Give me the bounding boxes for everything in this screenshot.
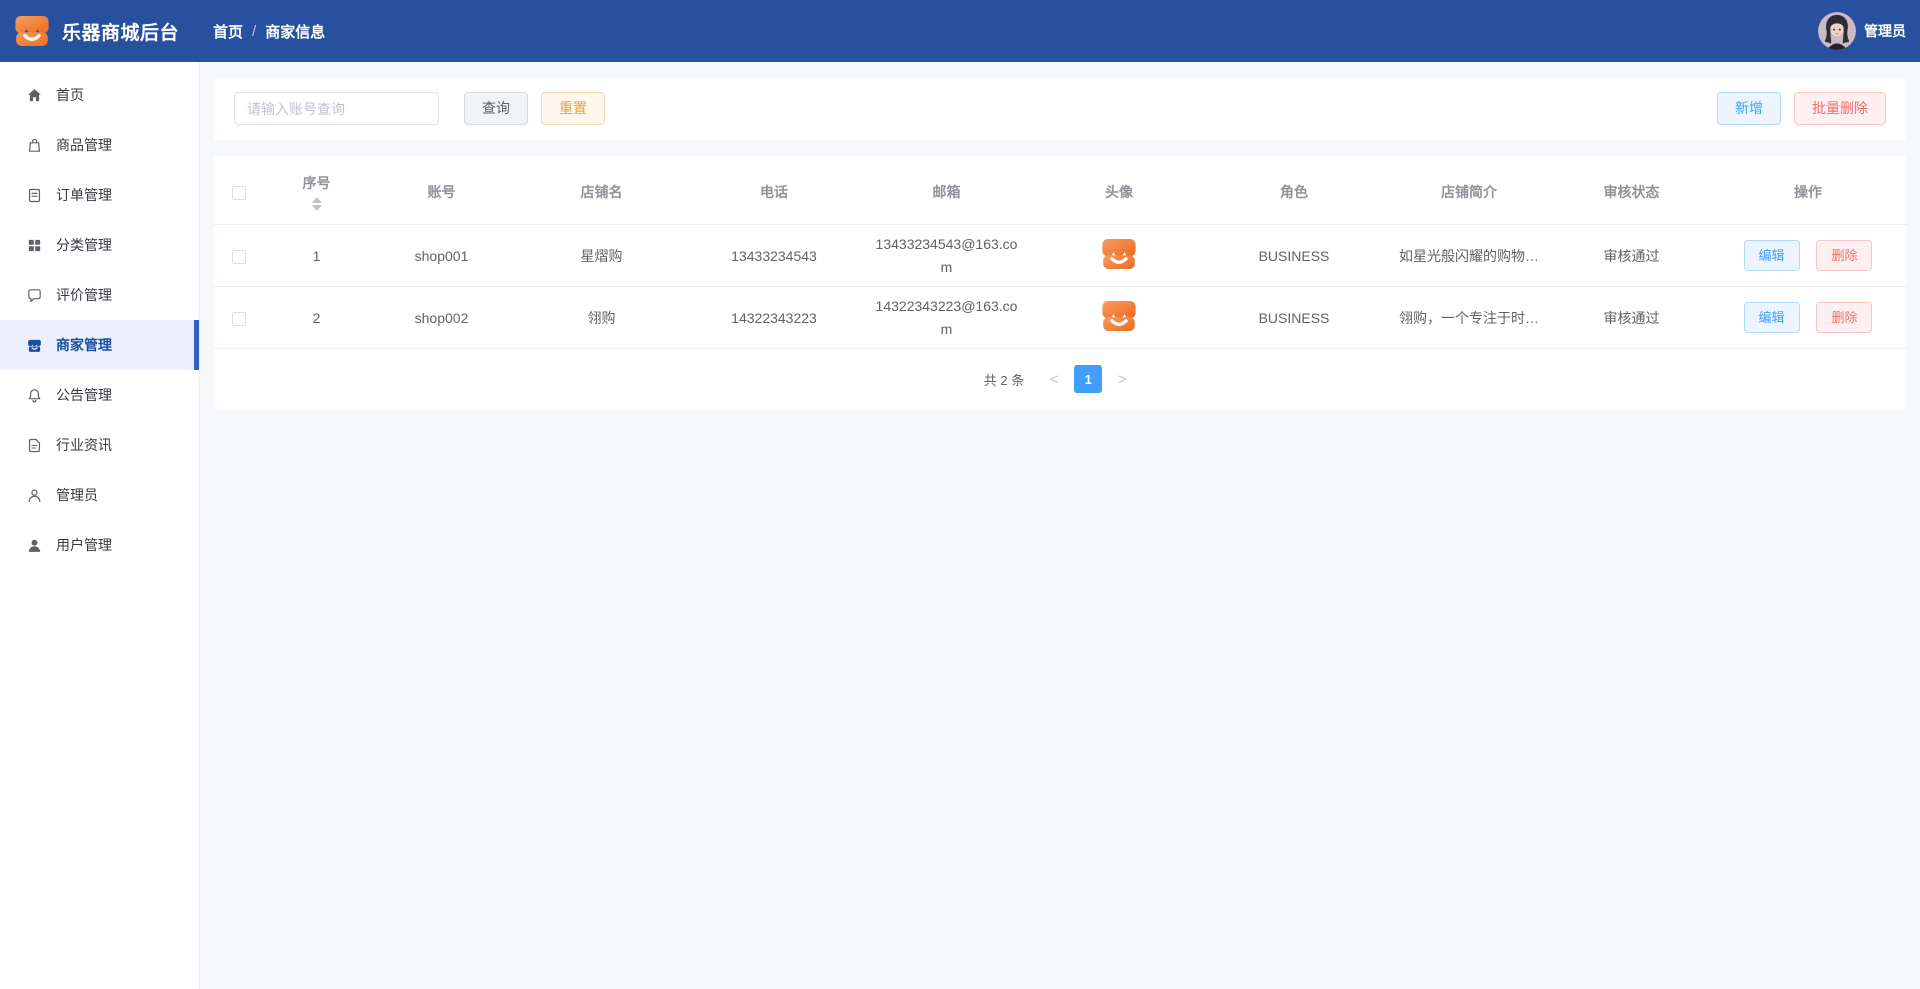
merchant-table: 序号 账号 店铺名 电话 邮箱 头像 角色 店铺简介	[214, 160, 1907, 349]
app-logo-storefront-icon	[13, 12, 51, 50]
sort-asc-icon[interactable]	[312, 197, 322, 203]
edit-button[interactable]: 编辑	[1744, 240, 1800, 271]
sidebar-item-home[interactable]: 首页	[0, 70, 199, 120]
shop-avatar-storefront-icon	[1100, 235, 1138, 273]
sidebar-item-merchants[interactable]: 商家管理	[0, 320, 199, 370]
table-header-row: 序号 账号 店铺名 电话 邮箱 头像 角色 店铺简介	[214, 160, 1907, 225]
sidebar-item-label: 评价管理	[56, 285, 112, 305]
sort-desc-icon[interactable]	[312, 205, 322, 211]
shop-avatar-storefront-icon	[1100, 297, 1138, 335]
sidebar-item-label: 分类管理	[56, 235, 112, 255]
reset-button[interactable]: 重置	[541, 92, 605, 125]
toolbar-card: 查询 重置 新增 批量删除	[214, 77, 1906, 140]
grid-icon	[26, 237, 43, 254]
cell-audit-status: 审核通过	[1554, 225, 1709, 287]
select-all-checkbox[interactable]	[232, 186, 246, 200]
pagination: 共 2 条 < 1 >	[214, 365, 1906, 393]
next-page-icon[interactable]: >	[1108, 365, 1136, 393]
sidebar-item-label: 商家管理	[56, 335, 112, 355]
brand: 乐器商城后台	[0, 12, 200, 50]
prev-page-icon[interactable]: <	[1040, 365, 1068, 393]
cell-account: shop001	[369, 225, 514, 287]
col-audit-status: 审核状态	[1554, 160, 1709, 225]
sidebar: 首页 商品管理 订单管理 分类管理 评价管理 商家管理 公告管理	[0, 62, 200, 989]
cell-intro: 如星光般闪耀的购物…	[1384, 225, 1554, 287]
news-doc-icon	[26, 437, 43, 454]
sort-carets[interactable]	[270, 197, 363, 211]
sidebar-item-industry-news[interactable]: 行业资讯	[0, 420, 199, 470]
app-header: 乐器商城后台 首页 / 商家信息 管理员	[0, 0, 1920, 62]
batch-delete-button[interactable]: 批量删除	[1794, 92, 1886, 125]
delete-button[interactable]: 删除	[1816, 240, 1872, 271]
sidebar-item-label: 用户管理	[56, 535, 112, 555]
table-row: 1 shop001 星熠购 13433234543 13433234543@16…	[214, 225, 1907, 287]
cell-role: BUSINESS	[1204, 225, 1384, 287]
sidebar-item-label: 公告管理	[56, 385, 112, 405]
sidebar-item-label: 管理员	[56, 485, 98, 505]
sidebar-item-label: 首页	[56, 85, 84, 105]
delete-button[interactable]: 删除	[1816, 302, 1872, 333]
cell-index: 2	[264, 287, 369, 349]
sidebar-item-admins[interactable]: 管理员	[0, 470, 199, 520]
col-actions: 操作	[1709, 160, 1907, 225]
page-number-current[interactable]: 1	[1074, 365, 1102, 393]
user-avatar[interactable]	[1818, 12, 1856, 50]
sidebar-item-label: 行业资讯	[56, 435, 112, 455]
edit-button[interactable]: 编辑	[1744, 302, 1800, 333]
home-icon	[26, 87, 43, 104]
col-account: 账号	[369, 160, 514, 225]
sidebar-item-products[interactable]: 商品管理	[0, 120, 199, 170]
store-icon	[26, 337, 43, 354]
col-phone: 电话	[689, 160, 859, 225]
cell-phone: 13433234543	[689, 225, 859, 287]
col-role: 角色	[1204, 160, 1384, 225]
sidebar-item-reviews[interactable]: 评价管理	[0, 270, 199, 320]
add-button[interactable]: 新增	[1717, 92, 1781, 125]
cell-shop-name: 翎购	[514, 287, 689, 349]
account-search-input[interactable]	[234, 92, 439, 125]
order-doc-icon	[26, 187, 43, 204]
breadcrumb-home[interactable]: 首页	[213, 21, 243, 42]
col-index: 序号	[264, 160, 369, 225]
sidebar-item-label: 商品管理	[56, 135, 112, 155]
cell-phone: 14322343223	[689, 287, 859, 349]
breadcrumb-separator: /	[252, 23, 256, 40]
cell-intro: 翎购，一个专注于时…	[1384, 287, 1554, 349]
col-shop-name: 店铺名	[514, 160, 689, 225]
merchant-table-card: 序号 账号 店铺名 电话 邮箱 头像 角色 店铺简介	[214, 156, 1906, 411]
sidebar-item-users[interactable]: 用户管理	[0, 520, 199, 570]
cell-audit-status: 审核通过	[1554, 287, 1709, 349]
cell-account: shop002	[369, 287, 514, 349]
cell-shop-name: 星熠购	[514, 225, 689, 287]
user-name: 管理员	[1864, 21, 1906, 41]
row-checkbox[interactable]	[232, 312, 246, 326]
comment-icon	[26, 287, 43, 304]
col-avatar: 头像	[1034, 160, 1204, 225]
query-button[interactable]: 查询	[464, 92, 528, 125]
person-outline-icon	[26, 487, 43, 504]
col-intro: 店铺简介	[1384, 160, 1554, 225]
sidebar-item-announcements[interactable]: 公告管理	[0, 370, 199, 420]
table-row: 2 shop002 翎购 14322343223 14322343223@163…	[214, 287, 1907, 349]
col-email: 邮箱	[859, 160, 1034, 225]
cell-email: 13433234543@163.com	[871, 233, 1023, 278]
sidebar-item-label: 订单管理	[56, 185, 112, 205]
row-checkbox[interactable]	[232, 250, 246, 264]
sidebar-item-categories[interactable]: 分类管理	[0, 220, 199, 270]
user-avatar-image	[1818, 12, 1856, 50]
app-title: 乐器商城后台	[62, 18, 179, 45]
breadcrumb-current: 商家信息	[265, 21, 325, 42]
header-user[interactable]: 管理员	[1818, 12, 1920, 50]
bell-icon	[26, 387, 43, 404]
pagination-total: 共 2 条	[984, 370, 1024, 389]
person-filled-icon	[26, 537, 43, 554]
toolbar-actions: 新增 批量删除	[1717, 92, 1886, 125]
sidebar-item-orders[interactable]: 订单管理	[0, 170, 199, 220]
main-content: 查询 重置 新增 批量删除 序号	[200, 62, 1920, 989]
cell-role: BUSINESS	[1204, 287, 1384, 349]
breadcrumb: 首页 / 商家信息	[213, 21, 325, 42]
shopping-bag-icon	[26, 137, 43, 154]
cell-email: 14322343223@163.com	[871, 295, 1023, 340]
cell-index: 1	[264, 225, 369, 287]
